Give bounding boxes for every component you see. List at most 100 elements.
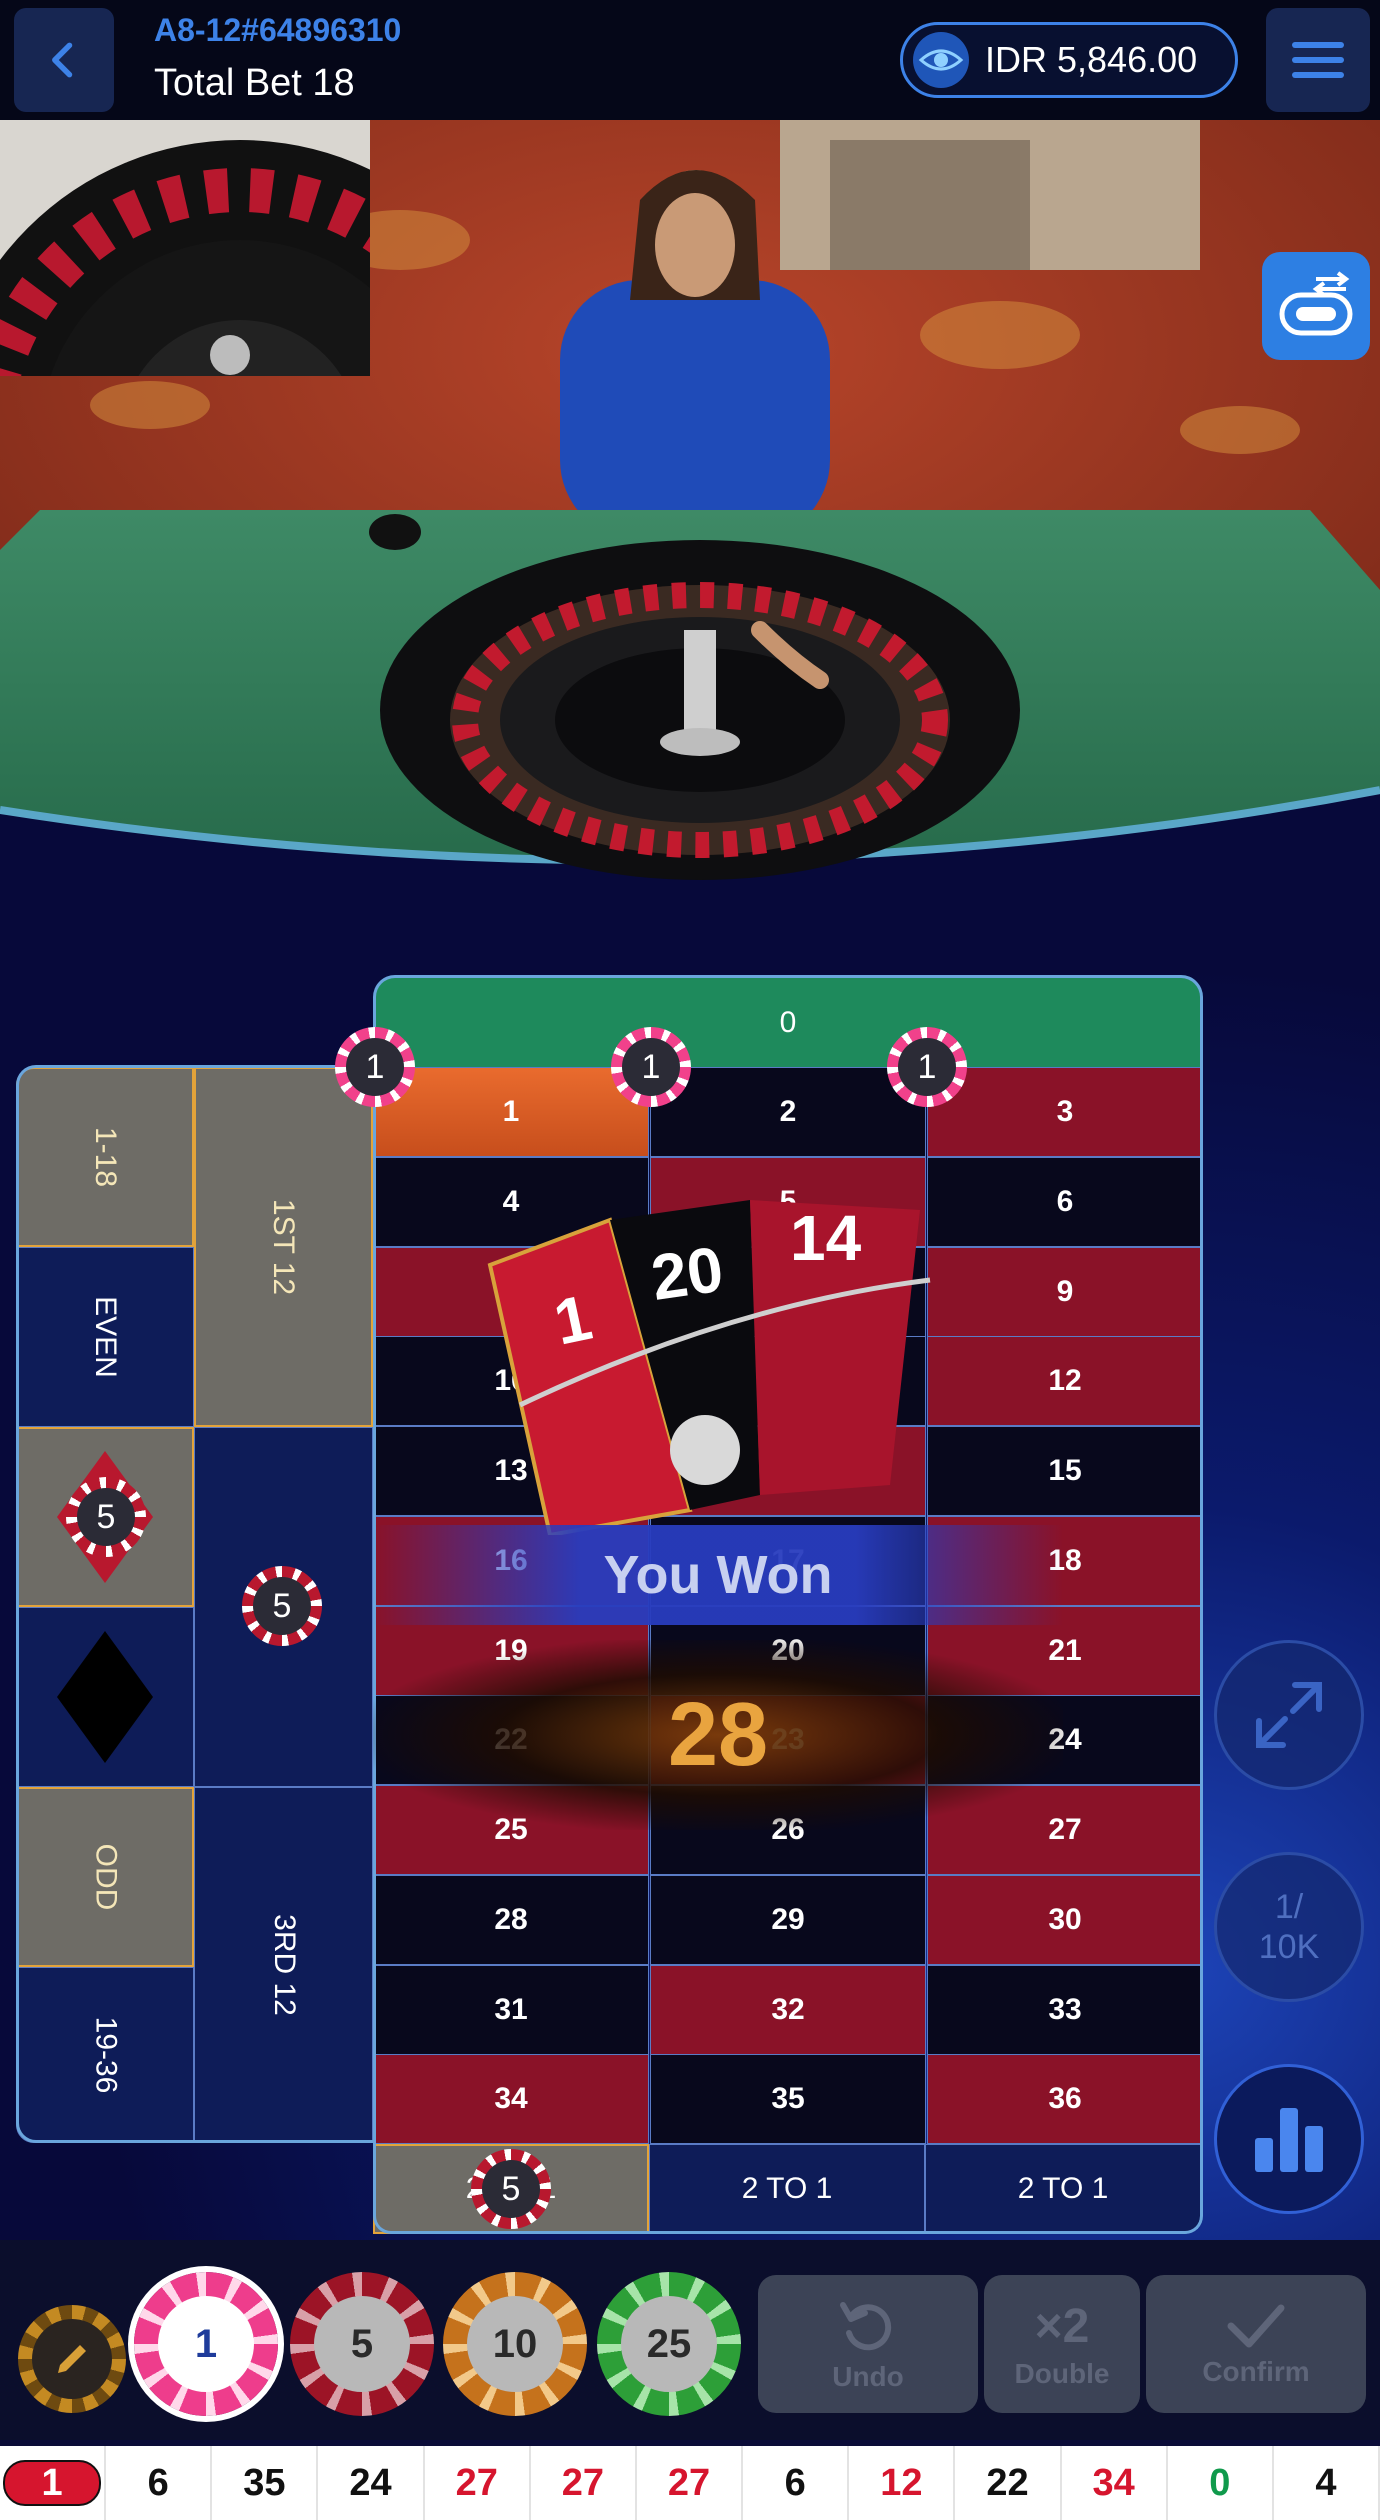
back-button[interactable] bbox=[14, 8, 114, 112]
undo-label: Undo bbox=[832, 2361, 904, 2392]
number-2[interactable]: 2 bbox=[650, 1067, 926, 1157]
bet-limit-button[interactable]: 1/ 10K bbox=[1214, 1852, 1364, 2002]
bet-even-label: EVEN bbox=[88, 1296, 122, 1378]
placed-chip[interactable]: 5 bbox=[471, 2149, 551, 2229]
chip-10[interactable]: 10 bbox=[443, 2272, 587, 2416]
bet-19-36[interactable]: 19-36 bbox=[16, 1967, 194, 2143]
you-won-text: You Won bbox=[603, 1545, 833, 1605]
undo-icon bbox=[840, 2302, 892, 2351]
history-result: 4 bbox=[1274, 2446, 1380, 2520]
switch-camera-icon bbox=[1279, 271, 1353, 336]
eye-icon[interactable] bbox=[911, 30, 971, 90]
total-bet: Total Bet 18 bbox=[154, 62, 355, 104]
bet-dozen-1[interactable]: 1ST 12 bbox=[194, 1067, 373, 1427]
history-result: 12 bbox=[849, 2446, 956, 2520]
history-result: 27 bbox=[425, 2446, 531, 2520]
latest-result-badge: 1 bbox=[3, 2460, 102, 2506]
bet-even[interactable]: EVEN bbox=[16, 1247, 194, 1427]
chip-5[interactable]: 5 bbox=[290, 2272, 434, 2416]
fullscreen-button[interactable] bbox=[1214, 1640, 1364, 1790]
confirm-label: Confirm bbox=[1202, 2356, 1310, 2387]
black-diamond-icon bbox=[57, 1631, 153, 1763]
switch-view-button[interactable] bbox=[1262, 252, 1370, 360]
chevron-left-icon bbox=[52, 42, 73, 78]
results-history: 1 6 35 24 27 27 27 6 12 22 34 0 4 bbox=[0, 2446, 1380, 2520]
winning-wheel-zoom: 1 20 14 bbox=[487, 1200, 931, 1535]
placed-chip[interactable]: 1 bbox=[611, 1027, 691, 1107]
edit-chips-button[interactable] bbox=[18, 2305, 126, 2413]
history-result: 24 bbox=[318, 2446, 425, 2520]
balance-amount: IDR 5,846.00 bbox=[985, 39, 1198, 80]
edit-button-face bbox=[32, 2319, 112, 2399]
chip-25-value: 25 bbox=[621, 2296, 717, 2392]
number-30[interactable]: 30 bbox=[927, 1874, 1203, 1965]
pencil-icon bbox=[58, 2345, 86, 2373]
history-result: 6 bbox=[743, 2446, 850, 2520]
history-result: 27 bbox=[531, 2446, 637, 2520]
history-result: 34 bbox=[1062, 2446, 1168, 2520]
placed-chip[interactable]: 1 bbox=[335, 1027, 415, 1107]
number-31[interactable]: 31 bbox=[373, 1964, 649, 2055]
number-36[interactable]: 36 bbox=[927, 2054, 1203, 2145]
number-1[interactable]: 1 bbox=[373, 1067, 649, 1157]
number-34[interactable]: 34 bbox=[373, 2054, 649, 2145]
bet-1-18[interactable]: 1-18 bbox=[16, 1067, 194, 1247]
bet-odd-label: ODD bbox=[88, 1843, 122, 1911]
bet-column-2[interactable]: 2 TO 1 bbox=[649, 2144, 925, 2234]
hamburger-icon bbox=[1292, 42, 1344, 78]
number-9[interactable]: 9 bbox=[927, 1246, 1203, 1337]
number-6[interactable]: 6 bbox=[927, 1156, 1203, 1247]
wheel-camera-inset bbox=[0, 120, 370, 376]
bet-column-3[interactable]: 2 TO 1 bbox=[925, 2144, 1201, 2234]
number-3[interactable]: 3 bbox=[927, 1067, 1203, 1157]
top-bar: A8-12#64896310 Total Bet 18 IDR 5,846.00 bbox=[0, 0, 1380, 120]
placed-chip[interactable]: 5 bbox=[242, 1566, 322, 1646]
undo-button[interactable]: Undo bbox=[758, 2275, 978, 2413]
history-result: 0 bbox=[1168, 2446, 1274, 2520]
wheel-num-c: 14 bbox=[790, 1202, 862, 1274]
expand-icon bbox=[1256, 1682, 1322, 1748]
bet-limit-text: 1/ 10K bbox=[1258, 1888, 1320, 1966]
placed-chip[interactable]: 1 bbox=[887, 1027, 967, 1107]
balance-pill[interactable]: IDR 5,846.00 bbox=[900, 22, 1238, 98]
bet-dozen-1-label: 1ST 12 bbox=[267, 1198, 301, 1296]
chip-5-value: 5 bbox=[314, 2296, 410, 2392]
bet-black[interactable] bbox=[16, 1607, 194, 1787]
bet-odd[interactable]: ODD bbox=[16, 1787, 194, 1967]
you-won-banner: You Won bbox=[373, 1525, 1063, 1625]
number-29[interactable]: 29 bbox=[650, 1874, 926, 1965]
history-result: 1 bbox=[0, 2446, 107, 2520]
history-result: 35 bbox=[212, 2446, 319, 2520]
table-id: A8-12#64896310 bbox=[154, 12, 402, 48]
confirm-button[interactable]: Confirm bbox=[1146, 2275, 1366, 2413]
history-result: 27 bbox=[637, 2446, 744, 2520]
double-button[interactable]: ×2 Double bbox=[984, 2275, 1140, 2413]
number-28[interactable]: 28 bbox=[373, 1874, 649, 1965]
double-label: Double bbox=[1014, 2357, 1110, 2389]
number-35[interactable]: 35 bbox=[650, 2054, 926, 2145]
history-result: 6 bbox=[106, 2446, 213, 2520]
number-32[interactable]: 32 bbox=[650, 1964, 926, 2055]
bar-chart-icon bbox=[1255, 2108, 1323, 2172]
number-33[interactable]: 33 bbox=[927, 1964, 1203, 2055]
bet-dozen-3-label: 3RD 12 bbox=[267, 1914, 301, 2016]
chip-1[interactable]: 1 bbox=[134, 2272, 278, 2416]
statistics-button[interactable] bbox=[1214, 2064, 1364, 2214]
bet-1-18-label: 1-18 bbox=[88, 1126, 122, 1188]
bet-19-36-label: 19-36 bbox=[88, 2016, 122, 2094]
checkmark-icon bbox=[1227, 2304, 1285, 2348]
bet-dozen-3[interactable]: 3RD 12 bbox=[194, 1787, 373, 2143]
menu-button[interactable] bbox=[1266, 8, 1370, 112]
chip-1-value: 1 bbox=[158, 2296, 254, 2392]
chip-25[interactable]: 25 bbox=[597, 2272, 741, 2416]
history-result: 22 bbox=[955, 2446, 1062, 2520]
wheel-closeup bbox=[0, 120, 370, 376]
number-15[interactable]: 15 bbox=[927, 1426, 1203, 1516]
placed-chip[interactable]: 5 bbox=[66, 1477, 146, 1557]
double-icon: ×2 bbox=[1034, 2299, 1090, 2353]
winning-number-banner: 28 bbox=[373, 1640, 1063, 1830]
number-12[interactable]: 12 bbox=[927, 1336, 1203, 1427]
winning-number: 28 bbox=[667, 1684, 769, 1785]
wheel-num-b: 20 bbox=[647, 1233, 728, 1314]
number-0[interactable]: 0 bbox=[373, 975, 1203, 1067]
